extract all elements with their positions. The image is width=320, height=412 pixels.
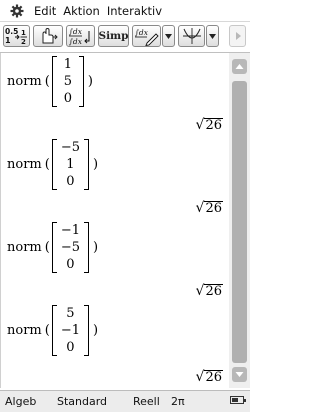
- toolbar: 0.5 1 1 2 ∫dx ∫dx Simp ∫dx: [0, 22, 250, 53]
- scroll-up-button[interactable]: [232, 59, 247, 74]
- svg-text:∫dx: ∫dx: [68, 37, 83, 46]
- fraction-decimal-toggle-icon: 0.5 1 1 2: [5, 27, 27, 46]
- function-name: norm: [7, 74, 42, 89]
- input-line-1[interactable]: norm ( 1 5 0 ): [7, 54, 93, 109]
- result-radicand: 26: [204, 370, 223, 385]
- sqrt-icon: √: [195, 200, 205, 216]
- status-number-domain[interactable]: Reell: [133, 395, 160, 408]
- menu-interaktiv[interactable]: Interaktiv: [107, 4, 162, 18]
- sqrt-icon: √: [195, 369, 205, 385]
- simp-button[interactable]: Simp: [98, 25, 129, 47]
- scroll-down-button[interactable]: [232, 367, 247, 382]
- vector-entry: −1: [60, 223, 80, 238]
- close-paren: ): [87, 74, 93, 89]
- result-radicand: 26: [204, 201, 223, 216]
- status-format[interactable]: Standard: [57, 395, 107, 408]
- vector-entry: 0: [66, 340, 75, 355]
- output-line-4: √ 26: [196, 367, 223, 385]
- input-line-3[interactable]: norm ( −1 −5 0 ): [7, 220, 98, 275]
- svg-text:2: 2: [21, 38, 26, 46]
- sqrt-icon: √: [195, 283, 205, 299]
- integral-edit-icon: ∫dx: [134, 28, 159, 46]
- output-line-1: √ 26: [196, 115, 223, 133]
- open-paren: (: [44, 157, 50, 172]
- graph-button[interactable]: [178, 25, 205, 47]
- function-name: norm: [7, 157, 42, 172]
- fraction-decimal-toggle-button[interactable]: 0.5 1 1 2: [3, 25, 30, 47]
- column-vector: 1 5 0: [51, 56, 84, 107]
- status-mode[interactable]: Algeb: [5, 395, 36, 408]
- integral-edit-button[interactable]: ∫dx: [132, 25, 161, 47]
- open-paren: (: [44, 323, 50, 338]
- column-vector: −5 1 0: [51, 139, 89, 190]
- battery-icon: [230, 396, 246, 404]
- column-vector: −1 −5 0: [51, 222, 89, 273]
- drag-hand-icon: [42, 27, 58, 44]
- sqrt-icon: √: [195, 117, 205, 133]
- graph-icon: [182, 28, 201, 44]
- main-work-area[interactable]: norm ( 1 5 0 ) √ 26 norm ( −5 1 0 ) √ 26…: [0, 53, 229, 388]
- vertical-scrollbar[interactable]: [229, 53, 250, 388]
- right-bracket: [84, 139, 89, 190]
- right-bracket: [84, 222, 89, 273]
- input-line-2[interactable]: norm ( −5 1 0 ): [7, 137, 98, 192]
- right-bracket: [78, 56, 84, 107]
- vector-entry: −5: [60, 140, 80, 155]
- status-bar: Algeb Standard Reell 2π: [0, 390, 250, 412]
- result-radicand: 26: [204, 118, 223, 133]
- result-radicand: 26: [204, 284, 223, 299]
- output-line-3: √ 26: [196, 281, 223, 299]
- function-name: norm: [7, 240, 42, 255]
- vector-entry: 5: [66, 306, 75, 321]
- right-bracket: [84, 305, 89, 356]
- svg-text:∫dx: ∫dx: [68, 27, 83, 36]
- svg-text:1: 1: [5, 36, 11, 45]
- graph-menu-dropdown[interactable]: [206, 25, 219, 47]
- chevron-down-icon: [235, 372, 244, 377]
- vector-entry: 5: [63, 74, 72, 89]
- input-line-4[interactable]: norm ( 5 −1 0 ): [7, 303, 98, 358]
- vector-entry: 0: [66, 257, 75, 272]
- vector-entry: 0: [63, 91, 72, 106]
- vector-entry: 1: [66, 157, 75, 172]
- open-paren: (: [44, 240, 50, 255]
- svg-text:∫dx: ∫dx: [134, 28, 149, 37]
- menu-aktion[interactable]: Aktion: [63, 4, 100, 18]
- close-paren: ): [93, 240, 99, 255]
- chevron-up-icon: [235, 64, 244, 69]
- svg-text:0.5: 0.5: [5, 27, 18, 36]
- vector-entry: −5: [60, 240, 80, 255]
- toolbar-next-icon: [235, 32, 241, 40]
- integral-evaluate-button[interactable]: ∫dx ∫dx: [66, 25, 95, 47]
- integral-menu-dropdown[interactable]: [162, 25, 175, 47]
- dropdown-arrow-icon: [165, 34, 172, 39]
- gear-icon[interactable]: [10, 4, 24, 18]
- close-paren: ): [93, 323, 99, 338]
- open-paren: (: [44, 74, 50, 89]
- vector-entry: 0: [66, 174, 75, 189]
- status-angle[interactable]: 2π: [171, 395, 185, 408]
- output-line-2: √ 26: [196, 198, 223, 216]
- vector-entry: 1: [63, 57, 72, 72]
- integral-evaluate-icon: ∫dx ∫dx: [68, 27, 90, 46]
- menu-bar: Edit Aktion Interaktiv: [0, 0, 250, 22]
- function-name: norm: [7, 323, 42, 338]
- scroll-thumb[interactable]: [232, 81, 247, 363]
- svg-text:1: 1: [21, 29, 26, 37]
- menu-edit[interactable]: Edit: [34, 4, 56, 18]
- toolbar-next-button[interactable]: [229, 25, 246, 47]
- drag-hand-button[interactable]: [33, 25, 63, 47]
- vector-entry: −1: [60, 323, 80, 338]
- dropdown-arrow-icon: [209, 34, 216, 39]
- column-vector: 5 −1 0: [51, 305, 89, 356]
- close-paren: ): [93, 157, 99, 172]
